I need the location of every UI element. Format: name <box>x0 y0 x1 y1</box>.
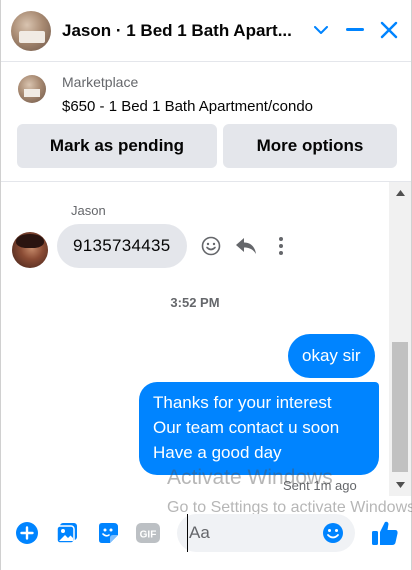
more-options-button[interactable]: More options <box>223 124 397 168</box>
scrollbar-thumb[interactable] <box>392 342 408 472</box>
listing-thumbnail[interactable] <box>18 75 46 103</box>
message-timestamp: 3:52 PM <box>170 295 220 310</box>
listing-source: Marketplace <box>62 74 139 90</box>
message-list: Jason 9135734435 3:52 PM okay sir Thanks… <box>1 182 389 496</box>
outgoing-message[interactable]: Thanks for your interest Our team contac… <box>139 382 379 475</box>
listing-card: Marketplace $650 - 1 Bed 1 Bath Apartmen… <box>1 62 411 182</box>
scroll-up-arrow-icon[interactable] <box>389 182 411 204</box>
more-icon[interactable] <box>269 234 293 258</box>
chat-title[interactable]: Jason · 1 Bed 1 Bath Apart... <box>62 21 292 41</box>
outgoing-message[interactable]: okay sir <box>288 334 375 378</box>
chat-header: Jason · 1 Bed 1 Bath Apart... <box>1 0 411 62</box>
message-line: Thanks for your interest <box>153 393 332 412</box>
image-icon[interactable] <box>54 520 80 546</box>
message-line: Our team contact u soon <box>153 418 340 437</box>
sticker-icon[interactable] <box>95 520 121 546</box>
chat-window: Jason · 1 Bed 1 Bath Apart... Marketplac… <box>0 0 412 570</box>
message-line: Have a good day <box>153 443 282 462</box>
incoming-message[interactable]: 9135734435 <box>57 224 187 268</box>
plus-icon[interactable] <box>14 520 40 546</box>
gif-icon[interactable]: GIF <box>135 520 161 546</box>
chevron-down-icon[interactable] <box>307 16 335 44</box>
reply-icon[interactable] <box>234 234 258 258</box>
listing-title[interactable]: $650 - 1 Bed 1 Bath Apartment/condo <box>62 98 313 115</box>
avatar[interactable] <box>11 11 51 51</box>
sender-avatar[interactable] <box>12 232 48 268</box>
delivery-status: Sent 1m ago <box>283 478 357 493</box>
react-icon[interactable] <box>199 234 223 258</box>
message-text: okay sir <box>302 346 361 365</box>
thumbs-up-icon[interactable] <box>369 517 401 549</box>
emoji-icon[interactable] <box>321 521 345 545</box>
scroll-down-arrow-icon[interactable] <box>389 474 411 496</box>
message-input-box[interactable] <box>177 514 355 552</box>
gif-label: GIF <box>140 530 157 541</box>
close-icon[interactable] <box>375 16 403 44</box>
message-composer: GIF <box>1 496 411 570</box>
scrollbar[interactable] <box>389 182 411 496</box>
mark-as-pending-button[interactable]: Mark as pending <box>17 124 217 168</box>
minimize-icon[interactable] <box>341 16 369 44</box>
sender-name: Jason <box>71 203 106 218</box>
message-input[interactable] <box>187 514 317 552</box>
